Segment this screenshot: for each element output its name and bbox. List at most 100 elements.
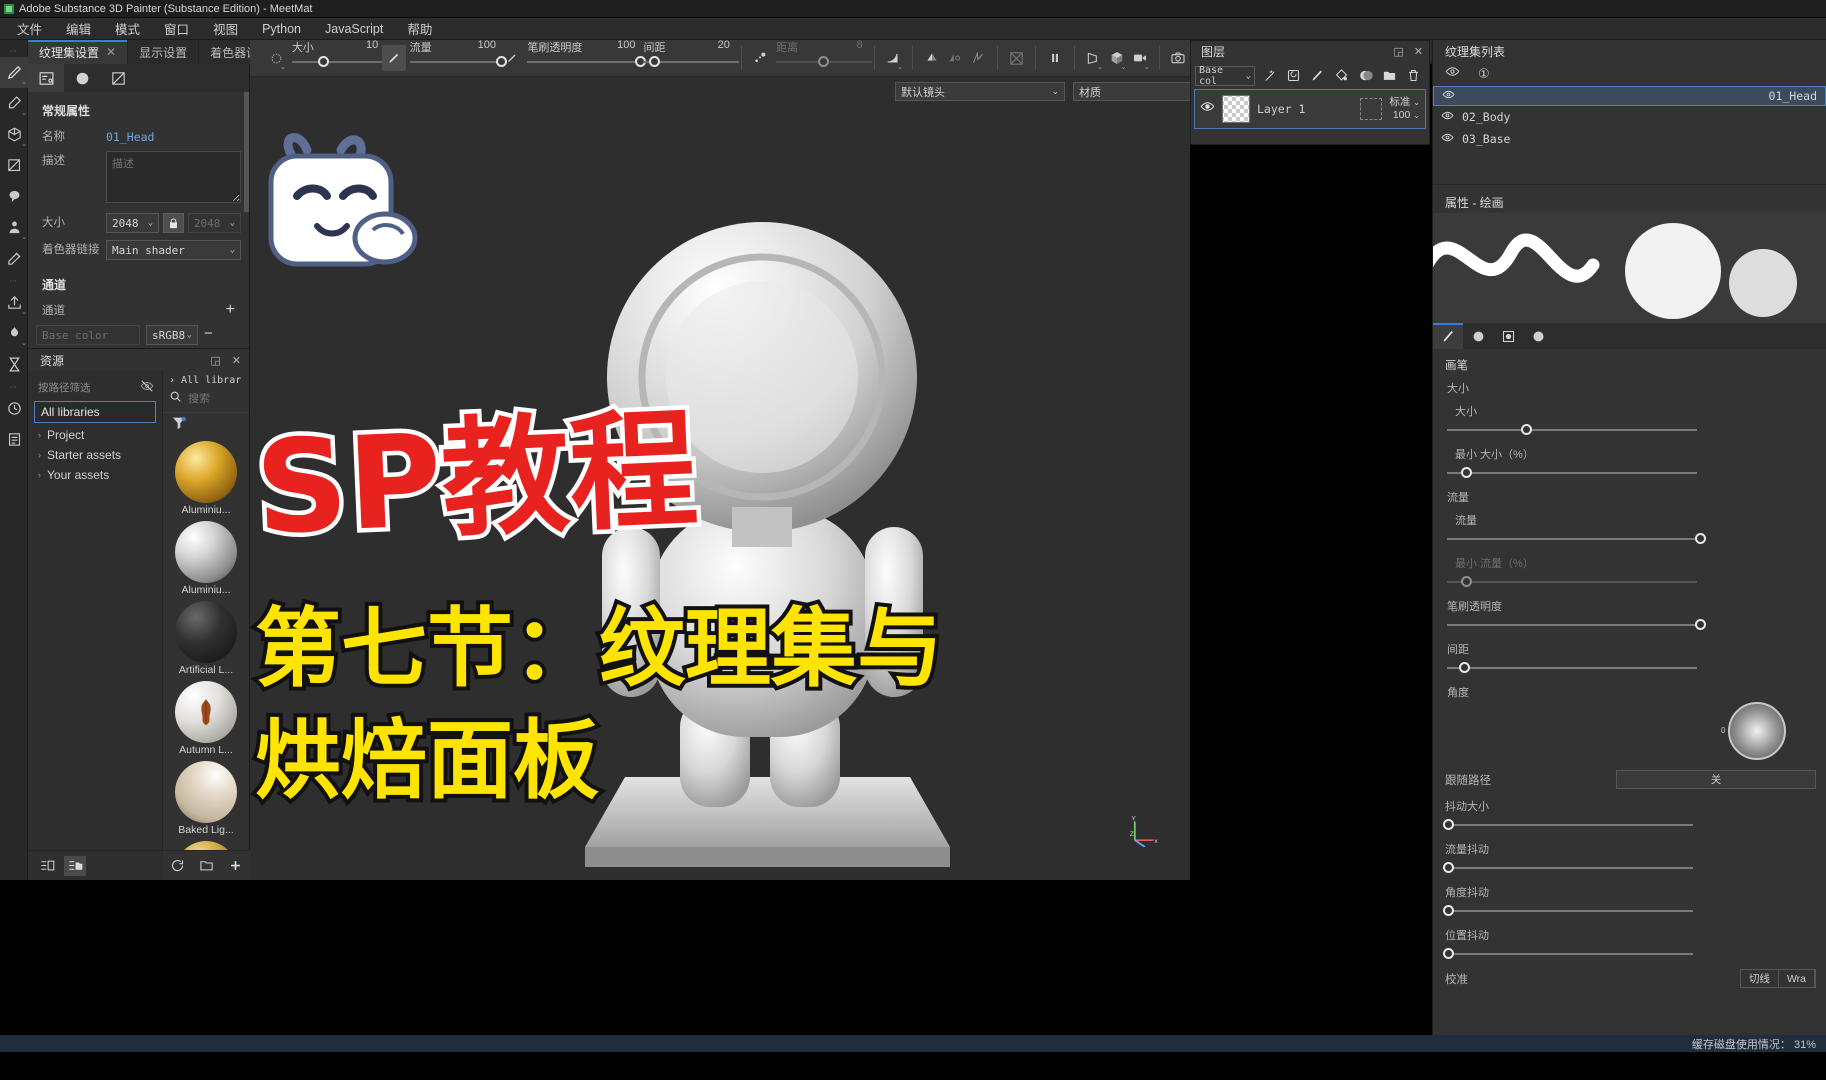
bake-tool-button[interactable]: ⌄ xyxy=(0,318,28,349)
brush-preview-icon[interactable] xyxy=(382,45,406,71)
menu-window[interactable]: 窗口 xyxy=(153,16,200,41)
search-input[interactable] xyxy=(188,393,236,405)
menu-mode[interactable]: 模式 xyxy=(104,16,151,41)
count-icon[interactable]: ① xyxy=(1478,66,1490,82)
list-view-icon[interactable] xyxy=(36,856,58,876)
layer-name[interactable]: Layer 1 xyxy=(1257,102,1353,116)
all-libraries-item[interactable]: All libraries xyxy=(34,401,156,423)
clone-tool-button[interactable]: ⌄ xyxy=(0,212,28,243)
slider-knob[interactable] xyxy=(649,56,661,67)
slider-knob[interactable] xyxy=(1443,862,1454,873)
material-picker-tool-button[interactable] xyxy=(0,243,28,274)
adjustment-icon[interactable] xyxy=(1356,66,1375,85)
spacing-slider[interactable] xyxy=(1447,659,1826,677)
asset-card[interactable]: Aluminiu... xyxy=(171,441,241,516)
menu-view[interactable]: 视图 xyxy=(202,16,249,41)
brush-opacity-slider[interactable] xyxy=(1447,616,1826,634)
add-channel-button[interactable]: + xyxy=(226,301,241,319)
brush-tip-icon[interactable] xyxy=(500,45,523,71)
settings-subtab[interactable] xyxy=(28,64,64,92)
jitter-flow-slider[interactable] xyxy=(1443,859,1826,877)
menu-python[interactable]: Python xyxy=(251,19,312,39)
projection-tool-button[interactable]: ⌄ xyxy=(0,119,28,150)
menu-file[interactable]: 文件 xyxy=(6,16,53,41)
tab-display-settings[interactable]: 显示设置 xyxy=(128,40,200,64)
smudge-tool-button[interactable] xyxy=(0,181,28,212)
chevron-down-icon[interactable]: ⌄ xyxy=(21,109,27,117)
maximize-icon[interactable]: ◲ xyxy=(1393,45,1403,58)
slider-knob[interactable] xyxy=(1461,467,1472,478)
slider-knob[interactable] xyxy=(818,56,830,67)
eye-icon[interactable] xyxy=(1442,88,1455,104)
size-slider[interactable]: 大小 10 xyxy=(291,39,388,73)
alignment-option-tangent[interactable]: 切线 xyxy=(1741,970,1779,987)
screenshot-icon[interactable] xyxy=(1167,45,1190,71)
menu-help[interactable]: 帮助 xyxy=(396,16,443,41)
fill-layer-icon[interactable] xyxy=(1332,66,1351,85)
slider-knob[interactable] xyxy=(1521,424,1532,435)
eye-icon[interactable] xyxy=(1445,64,1460,84)
eye-icon[interactable] xyxy=(1441,131,1454,147)
chevron-down-icon[interactable]: ⌄ xyxy=(1144,63,1150,71)
chevron-down-icon[interactable]: ⌄ xyxy=(21,308,27,316)
refresh-icon[interactable] xyxy=(167,856,189,876)
lazy-mouse-icon[interactable] xyxy=(967,45,990,71)
chevron-down-icon[interactable]: ⌄ xyxy=(21,78,27,86)
eye-off-icon[interactable] xyxy=(140,379,154,396)
channel-format-select[interactable]: sRGB8 ⌄ xyxy=(146,325,198,345)
alignment-option-wrap[interactable]: Wra xyxy=(1779,970,1815,987)
chevron-down-icon[interactable]: ⌄ xyxy=(1097,63,1103,71)
slider-track[interactable] xyxy=(291,61,388,63)
slider-track[interactable] xyxy=(1443,953,1693,955)
cube-view-icon[interactable]: ⌄ xyxy=(1105,45,1128,71)
texture-set-item-02-body[interactable]: 02_Body xyxy=(1433,106,1826,128)
layer-channel-select[interactable]: Base col ⌄ xyxy=(1195,65,1255,87)
size-height-select[interactable]: 2048 ⌄ xyxy=(187,213,241,233)
slider-track[interactable] xyxy=(1447,667,1697,669)
layer-visibility-icon[interactable] xyxy=(1200,99,1215,119)
flow-slider[interactable]: 流量 100 xyxy=(409,39,507,73)
layer-mask-slot[interactable] xyxy=(1360,98,1383,120)
symmetry-icon[interactable] xyxy=(920,45,943,71)
slider-track[interactable] xyxy=(409,61,506,63)
slider-track[interactable] xyxy=(527,61,648,63)
texture-set-item-01-head[interactable]: 01_Head xyxy=(1433,86,1826,106)
filter-icon[interactable] xyxy=(171,415,187,436)
chevron-right-icon[interactable]: › xyxy=(38,450,41,460)
chevron-right-icon[interactable]: › xyxy=(38,470,41,480)
asset-card[interactable]: Baked Lig... xyxy=(171,761,241,836)
size-slider[interactable] xyxy=(1447,421,1826,439)
chevron-down-icon[interactable]: ⌄ xyxy=(1413,111,1420,120)
folder-icon[interactable] xyxy=(196,856,218,876)
mirror-icon[interactable] xyxy=(943,45,966,71)
layer-blend-mode[interactable]: 标准 xyxy=(1389,96,1410,108)
spacing-slider[interactable]: 间距 20 xyxy=(643,39,740,73)
size-width-select[interactable]: 2048 ⌄ xyxy=(106,213,160,233)
slider-track[interactable] xyxy=(1447,624,1697,626)
uv-subtab[interactable] xyxy=(100,64,136,92)
material-tab[interactable] xyxy=(1523,323,1553,349)
alpha-tab[interactable] xyxy=(1463,323,1493,349)
slider-knob[interactable] xyxy=(1459,662,1470,673)
slider-knob[interactable] xyxy=(1695,533,1706,544)
panel-scrollbar[interactable] xyxy=(244,92,249,212)
chevron-right-icon[interactable]: › xyxy=(38,430,41,440)
slider-track[interactable] xyxy=(1447,581,1697,583)
texture-set-item-03-base[interactable]: 03_Base xyxy=(1433,128,1826,150)
slider-track[interactable] xyxy=(1447,538,1697,540)
paint-tool-button[interactable]: ⌄ xyxy=(0,57,28,88)
close-icon[interactable]: ✕ xyxy=(1414,45,1423,58)
history-tool-button[interactable] xyxy=(0,393,28,424)
chevron-down-icon[interactable]: ⌄ xyxy=(1120,63,1126,71)
jitter-position-slider[interactable] xyxy=(1443,945,1826,963)
pause-icon[interactable] xyxy=(1043,45,1066,71)
chevron-down-icon[interactable]: ⌄ xyxy=(21,339,27,347)
slider-track[interactable] xyxy=(1443,910,1693,912)
slider-knob[interactable] xyxy=(1443,948,1454,959)
slider-knob[interactable] xyxy=(1695,619,1706,630)
shader-subtab[interactable] xyxy=(64,64,100,92)
follow-path-value[interactable]: 关 xyxy=(1616,770,1816,789)
channel-name-input[interactable]: Base color xyxy=(36,325,140,345)
slider-knob[interactable] xyxy=(1443,819,1454,830)
paint-layer-icon[interactable] xyxy=(1308,66,1327,85)
